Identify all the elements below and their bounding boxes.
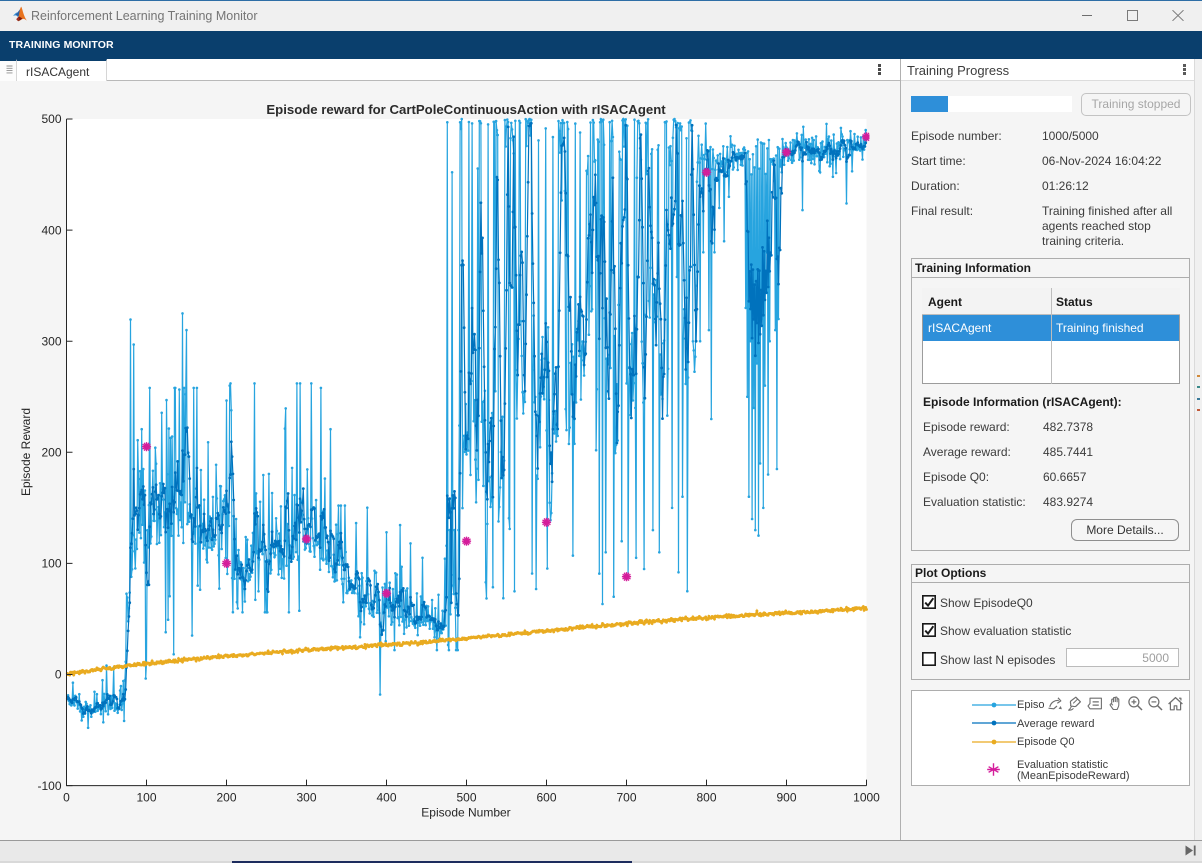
svg-text:-100: -100 [37, 779, 61, 793]
svg-text:1000: 1000 [853, 791, 880, 805]
svg-text:500: 500 [41, 112, 61, 126]
svg-text:500: 500 [456, 791, 476, 805]
svg-text:0: 0 [55, 668, 62, 682]
svg-text:400: 400 [376, 791, 396, 805]
svg-text:400: 400 [41, 223, 61, 237]
svg-text:100: 100 [41, 557, 61, 571]
svg-text:0: 0 [63, 791, 70, 805]
svg-text:Episode Reward: Episode Reward [19, 408, 33, 496]
svg-text:Episode Number: Episode Number [421, 806, 510, 820]
svg-text:Episode reward for CartPoleCon: Episode reward for CartPoleContinuousAct… [266, 102, 666, 117]
svg-text:300: 300 [41, 334, 61, 348]
svg-text:900: 900 [776, 791, 796, 805]
svg-text:200: 200 [216, 791, 236, 805]
svg-text:600: 600 [536, 791, 556, 805]
svg-text:800: 800 [696, 791, 716, 805]
svg-text:700: 700 [616, 791, 636, 805]
svg-text:100: 100 [136, 791, 156, 805]
svg-text:200: 200 [41, 446, 61, 460]
svg-text:300: 300 [296, 791, 316, 805]
